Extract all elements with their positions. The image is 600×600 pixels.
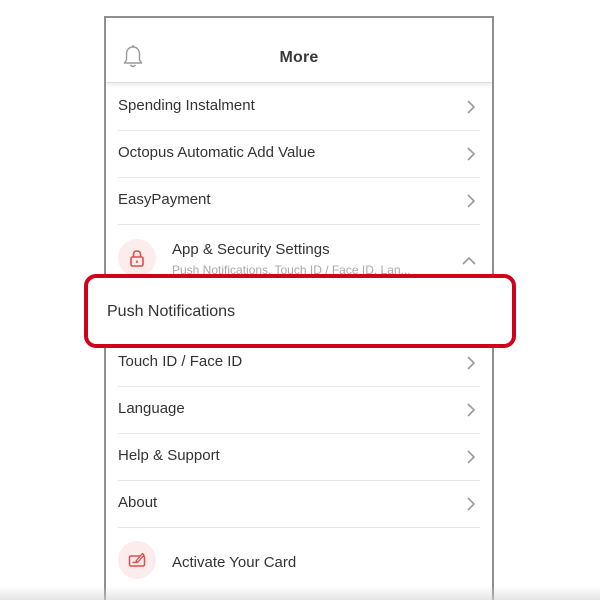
page: More Spending Instalment Octopus Automat… <box>0 0 600 600</box>
chevron-right-icon <box>466 194 476 208</box>
menu-item-label: About <box>118 494 158 511</box>
menu-item-label: Octopus Automatic Add Value <box>118 144 316 161</box>
chevron-right-icon <box>466 450 476 464</box>
menu-item-label: Help & Support <box>118 447 220 464</box>
card-activate-icon <box>118 541 156 579</box>
menu-item-activate-card[interactable]: Activate Your Card <box>118 528 480 594</box>
menu-item-label: Language <box>118 400 185 417</box>
menu-item-label: Touch ID / Face ID <box>118 353 243 370</box>
menu-item-label: Activate Your Card <box>172 554 297 571</box>
menu-item-label: App & Security Settings <box>172 241 330 258</box>
push-notifications-highlight[interactable]: Push Notifications <box>84 274 516 348</box>
menu-item-easypayment[interactable]: EasyPayment <box>118 178 480 225</box>
lock-icon <box>118 239 156 277</box>
bottom-shadow <box>0 586 600 600</box>
push-notifications-label: Push Notifications <box>107 303 236 320</box>
menu-item-help-support[interactable]: Help & Support <box>118 434 480 481</box>
menu-item-about[interactable]: About <box>118 481 480 528</box>
chevron-right-icon <box>466 356 476 370</box>
menu-item-language[interactable]: Language <box>118 387 480 434</box>
chevron-up-icon <box>462 253 476 265</box>
menu-item-label: Spending Instalment <box>118 97 255 114</box>
menu-item-spending-instalment[interactable]: Spending Instalment <box>118 84 480 131</box>
chevron-right-icon <box>466 100 476 114</box>
menu-item-label: EasyPayment <box>118 191 211 208</box>
chevron-right-icon <box>466 147 476 161</box>
chevron-right-icon <box>466 497 476 511</box>
chevron-right-icon <box>466 403 476 417</box>
menu-item-octopus-aav[interactable]: Octopus Automatic Add Value <box>118 131 480 178</box>
header-bar: More <box>106 18 492 83</box>
page-title: More <box>279 49 319 66</box>
